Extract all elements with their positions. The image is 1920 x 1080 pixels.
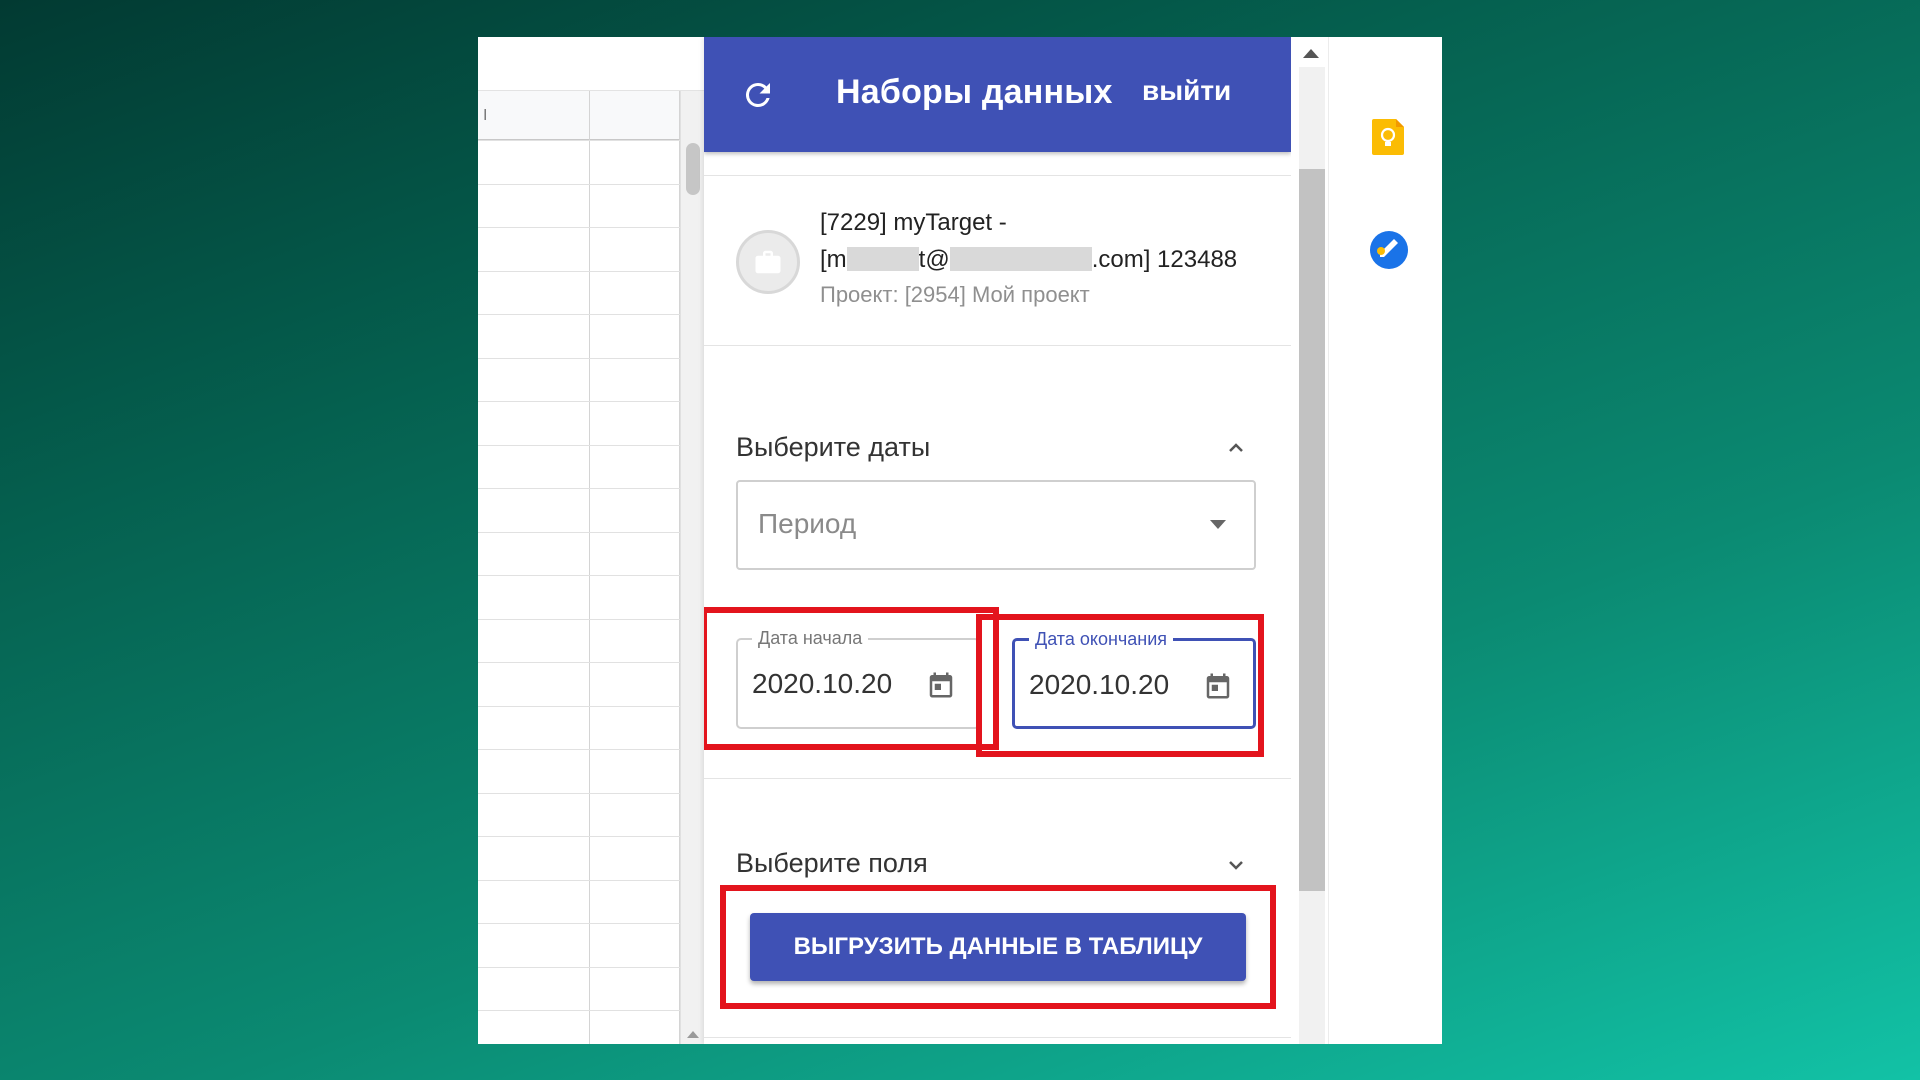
sidebar-header: Наборы данных выйти <box>704 37 1291 152</box>
datasets-sidebar: Наборы данных выйти [7229] myTarget - [m… <box>704 37 1291 1044</box>
row-gridline <box>478 880 680 881</box>
divider <box>704 778 1291 779</box>
divider <box>704 345 1291 346</box>
row-gridline <box>478 662 680 663</box>
sidebar-title: Наборы данных <box>836 73 1113 111</box>
side-addons-panel <box>1328 37 1442 1044</box>
row-gridline <box>478 140 680 141</box>
sheet-scrollbar-thumb[interactable] <box>686 143 700 195</box>
redaction-block <box>949 246 1092 271</box>
row-gridline <box>478 358 680 359</box>
start-date-label: Дата начала <box>752 628 869 649</box>
scroll-up-arrow-icon[interactable] <box>687 1031 699 1038</box>
briefcase-icon <box>755 250 781 274</box>
start-date-value[interactable]: 2020.10.20 <box>752 668 902 700</box>
calendar-icon[interactable] <box>1203 671 1233 701</box>
sidebar-scrollbar-thumb[interactable] <box>1299 169 1325 891</box>
calendar-icon[interactable] <box>926 670 956 700</box>
row-gridline <box>478 488 680 489</box>
row-gridline <box>478 619 680 620</box>
chevron-down-icon[interactable] <box>1224 853 1248 877</box>
row-gridline <box>478 1010 680 1011</box>
sheet-scrollbar[interactable] <box>680 91 704 1044</box>
row-gridline <box>478 445 680 446</box>
row-gridline <box>478 532 680 533</box>
row-gridline <box>478 967 680 968</box>
screenshot-frame: I Наборы данных выйти [7229] myTarget - … <box>478 37 1442 1044</box>
row-gridline <box>478 184 680 185</box>
end-date-field[interactable]: Дата окончания 2020.10.20 <box>1012 629 1256 729</box>
row-gridline <box>478 575 680 576</box>
row-gridline <box>478 271 680 272</box>
chevron-up-icon[interactable] <box>1224 436 1248 460</box>
spreadsheet-area: I <box>478 37 704 1044</box>
account-avatar <box>736 230 800 294</box>
row-gridline <box>478 793 680 794</box>
account-email: [m t@ .com] 123488 <box>820 246 1237 274</box>
period-select-placeholder: Период <box>758 508 857 539</box>
export-to-sheet-button[interactable]: ВЫГРУЗИТЬ ДАННЫЕ В ТАБЛИЦУ <box>750 913 1246 981</box>
column-header-row <box>478 91 680 140</box>
scroll-up-arrow-icon[interactable] <box>1303 49 1319 58</box>
account-email-mid: t@ <box>918 246 950 273</box>
start-date-field[interactable]: Дата начала 2020.10.20 <box>736 628 980 729</box>
row-gridline <box>478 227 680 228</box>
row-gridline <box>478 923 680 924</box>
sidebar-scrollbar[interactable] <box>1291 37 1328 1044</box>
account-project: Проект: [2954] Мой проект <box>820 282 1090 307</box>
column-header-label: I <box>483 107 488 124</box>
end-date-value[interactable]: 2020.10.20 <box>1029 669 1179 701</box>
row-gridline <box>478 314 680 315</box>
tasks-icon[interactable] <box>1369 230 1409 270</box>
divider <box>704 1037 1291 1038</box>
dropdown-arrow-icon <box>1210 520 1226 529</box>
refresh-icon[interactable] <box>740 77 776 113</box>
sheet-toolbar-strip <box>478 37 704 91</box>
row-gridline <box>478 749 680 750</box>
redaction-block <box>846 246 919 271</box>
account-name: [7229] myTarget - <box>820 209 1007 236</box>
end-date-label: Дата окончания <box>1029 629 1174 650</box>
logout-button[interactable]: выйти <box>1142 75 1231 107</box>
dates-section-label: Выберите даты <box>736 432 931 462</box>
keep-icon[interactable] <box>1370 117 1406 157</box>
divider <box>704 175 1291 176</box>
period-select[interactable]: Период <box>736 480 1256 570</box>
account-email-end: .com] 123488 <box>1091 246 1238 273</box>
row-gridline <box>478 706 680 707</box>
account-email-start: [m <box>820 246 847 273</box>
row-gridline <box>478 836 680 837</box>
fields-section-label: Выберите поля <box>736 848 928 878</box>
column-gridline <box>589 91 590 1044</box>
row-gridline <box>478 401 680 402</box>
